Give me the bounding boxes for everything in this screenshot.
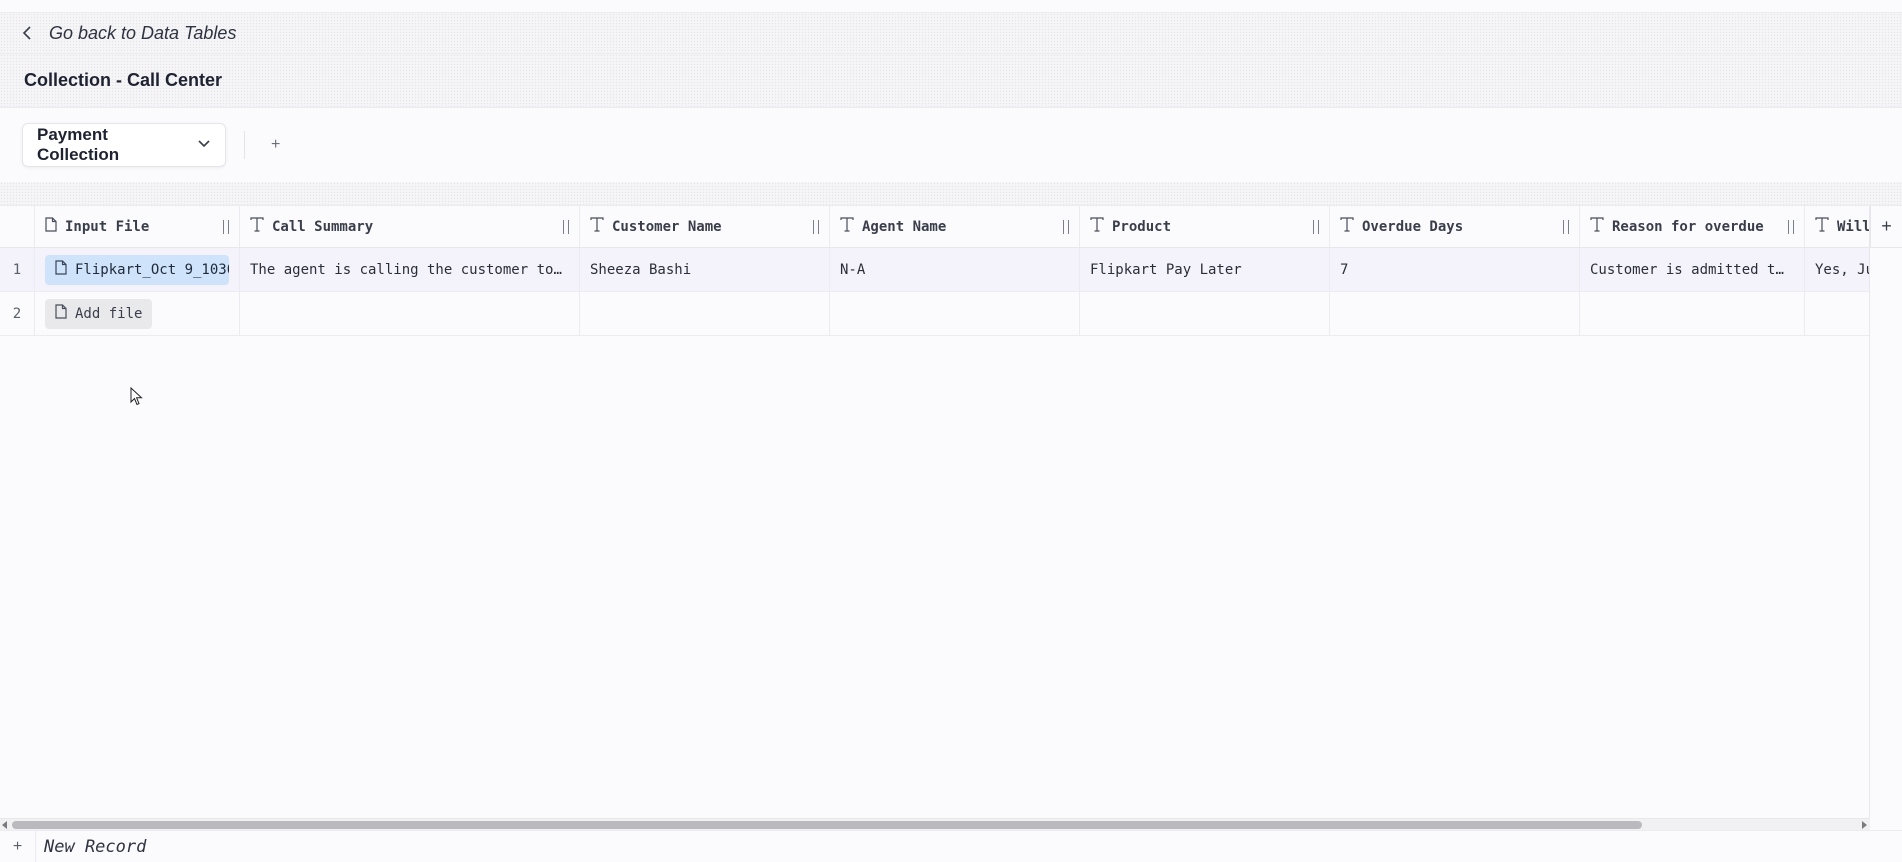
column-header-call-summary[interactable]: Call Summary: [240, 206, 580, 247]
agent-name-cell[interactable]: N-A: [830, 248, 1080, 291]
table-row[interactable]: 2 Add file: [0, 292, 1870, 336]
text-type-icon: [1340, 217, 1354, 236]
column-resize-handle[interactable]: [1563, 220, 1569, 234]
column-header-label: Will: [1837, 218, 1870, 235]
column-header-product[interactable]: Product: [1080, 206, 1330, 247]
cell-text: Flipkart Pay Later: [1090, 261, 1242, 278]
footer-divider: [35, 830, 36, 862]
data-table: Input File Call Summary Customer Name Ag…: [0, 206, 1870, 336]
add-file-button[interactable]: Add file: [45, 298, 153, 329]
table-row[interactable]: 1 Flipkart_Oct 9_1030 The agent is calli…: [0, 248, 1870, 292]
column-header-agent-name[interactable]: Agent Name: [830, 206, 1080, 247]
column-header-label: Overdue Days: [1362, 218, 1464, 235]
add-view-button[interactable]: +: [271, 136, 280, 154]
product-cell[interactable]: Flipkart Pay Later: [1080, 248, 1330, 291]
customer-name-cell[interactable]: Sheeza Bashi: [580, 248, 830, 291]
call-summary-cell[interactable]: [240, 292, 580, 335]
new-record-button[interactable]: New Record: [44, 837, 146, 857]
tab-divider: [244, 131, 245, 159]
agent-name-cell[interactable]: [830, 292, 1080, 335]
column-resize-handle[interactable]: [1313, 220, 1319, 234]
will-cell[interactable]: [1805, 292, 1870, 335]
back-to-data-tables-link[interactable]: Go back to Data Tables: [49, 23, 236, 44]
back-bar: Go back to Data Tables: [0, 12, 1902, 54]
chevron-down-icon: [197, 136, 211, 154]
file-name: Flipkart_Oct 9_1030: [75, 261, 229, 278]
overdue-days-cell[interactable]: [1330, 292, 1580, 335]
column-header-reason-for-overdue[interactable]: Reason for overdue: [1580, 206, 1805, 247]
table-header-row: Input File Call Summary Customer Name Ag…: [0, 206, 1870, 248]
file-icon: [55, 260, 67, 279]
text-type-icon: [1590, 217, 1604, 236]
cell-text: Sheeza Bashi: [590, 261, 692, 278]
customer-name-cell[interactable]: [580, 292, 830, 335]
text-type-icon: [840, 217, 854, 236]
column-resize-handle[interactable]: [1788, 220, 1794, 234]
add-file-label: Add file: [75, 305, 143, 322]
column-header-label: Agent Name: [862, 218, 947, 235]
horizontal-scrollbar[interactable]: [0, 818, 1870, 830]
table-view-dropdown[interactable]: Payment Collection: [22, 123, 226, 167]
cell-text: Yes, Ju: [1815, 261, 1870, 278]
call-summary-cell[interactable]: The agent is calling the customer to …: [240, 248, 580, 291]
column-resize-handle[interactable]: [1063, 220, 1069, 234]
text-type-icon: [250, 217, 264, 236]
file-icon: [45, 217, 57, 236]
product-cell[interactable]: [1080, 292, 1330, 335]
scroll-left-icon[interactable]: [2, 821, 7, 829]
tabs-bar: Payment Collection +: [0, 108, 1902, 182]
chevron-left-icon[interactable]: [22, 26, 36, 40]
text-type-icon: [1815, 217, 1829, 236]
cell-text: N-A: [840, 261, 866, 278]
column-resize-handle[interactable]: [223, 220, 229, 234]
column-header-overdue-days[interactable]: Overdue Days: [1330, 206, 1580, 247]
title-bar: Collection - Call Center: [0, 54, 1902, 108]
overdue-days-cell[interactable]: 7: [1330, 248, 1580, 291]
file-icon: [55, 304, 67, 323]
file-chip[interactable]: Flipkart_Oct 9_1030: [45, 254, 229, 285]
text-type-icon: [590, 217, 604, 236]
cell-text: Customer is admitted to…: [1590, 261, 1788, 278]
mouse-cursor-icon: [130, 386, 143, 411]
add-column-button[interactable]: +: [1870, 206, 1902, 248]
row-number: 2: [0, 292, 35, 335]
column-header-label: Customer Name: [612, 218, 722, 235]
column-header-customer-name[interactable]: Customer Name: [580, 206, 830, 247]
add-record-icon[interactable]: +: [0, 838, 35, 856]
toolbar-strip: [0, 182, 1902, 206]
table-view-label: Payment Collection: [37, 125, 120, 164]
column-header-input-file[interactable]: Input File: [35, 206, 240, 247]
column-header-will[interactable]: Will: [1805, 206, 1870, 247]
reason-for-overdue-cell[interactable]: [1580, 292, 1805, 335]
grid-right-border: [1869, 206, 1870, 830]
text-type-icon: [1090, 217, 1104, 236]
column-header-label: Input File: [65, 218, 150, 235]
column-header-label: Reason for overdue: [1612, 218, 1764, 235]
row-number: 1: [0, 248, 35, 291]
scrollbar-thumb[interactable]: [12, 821, 1642, 829]
page-title: Collection - Call Center: [24, 70, 223, 90]
reason-for-overdue-cell[interactable]: Customer is admitted to…: [1580, 248, 1805, 291]
column-resize-handle[interactable]: [813, 220, 819, 234]
input-file-cell[interactable]: Add file: [35, 292, 240, 335]
cell-text: The agent is calling the customer to …: [250, 261, 563, 278]
will-cell[interactable]: Yes, Ju: [1805, 248, 1870, 291]
column-header-label: Call Summary: [272, 218, 374, 235]
input-file-cell[interactable]: Flipkart_Oct 9_1030: [35, 248, 240, 291]
new-record-bar: + New Record: [0, 830, 1902, 862]
scroll-right-icon[interactable]: [1862, 821, 1867, 829]
column-header-label: Product: [1112, 218, 1172, 235]
column-resize-handle[interactable]: [563, 220, 569, 234]
cell-text: 7: [1340, 261, 1349, 278]
row-number-header: [0, 206, 35, 247]
